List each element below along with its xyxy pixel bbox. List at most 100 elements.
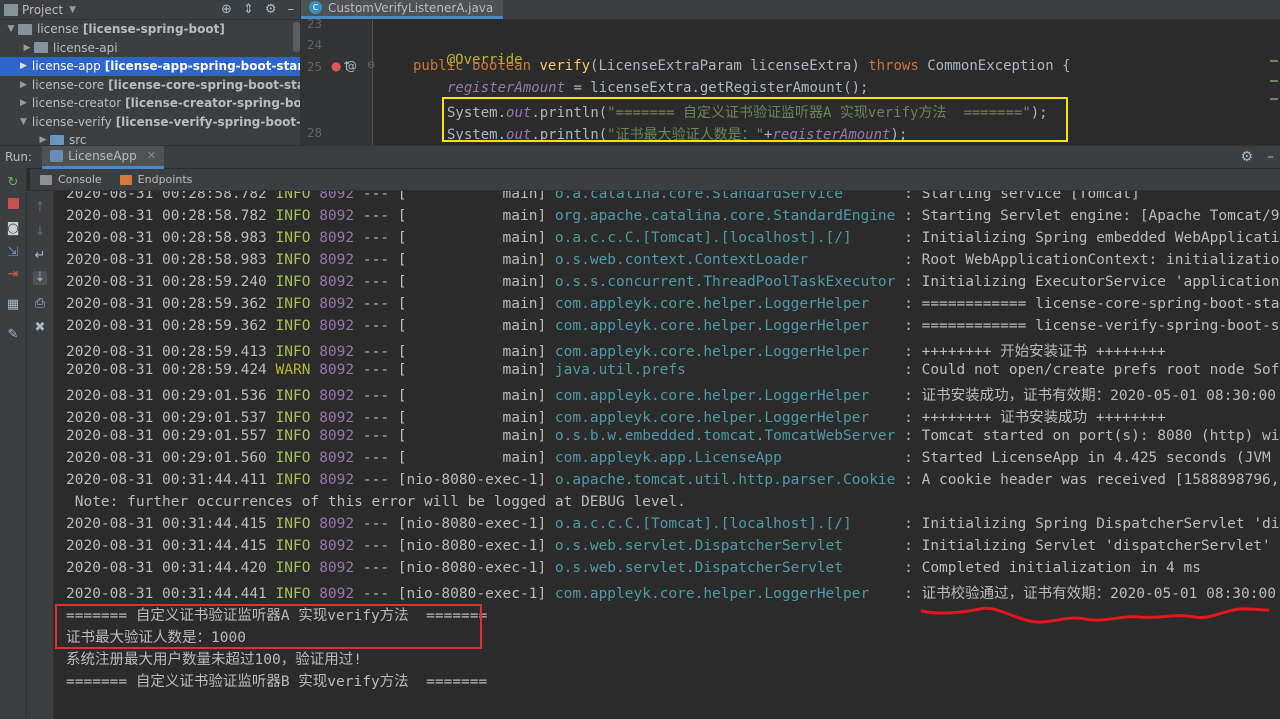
- tree-item-module: [license-core-spring-boot-starter]: [108, 77, 300, 92]
- editor-scrollbar[interactable]: [1270, 20, 1280, 145]
- log-level: INFO: [275, 388, 311, 404]
- tree-item-name: src: [69, 133, 87, 145]
- collapse-icon[interactable]: ⇕: [243, 2, 254, 17]
- log-line: 2020-08-31 00:31:44.420 INFO 8092 --- [n…: [66, 560, 1201, 582]
- class-icon: C: [309, 1, 322, 14]
- locate-icon[interactable]: ⊕: [221, 2, 232, 17]
- log-pid: 8092: [319, 450, 355, 466]
- stop-icon[interactable]: [8, 198, 19, 209]
- soft-wrap-icon[interactable]: ↵: [33, 249, 47, 263]
- project-tree-item[interactable]: ▼ license [license-spring-boot]: [0, 20, 300, 39]
- log-level: INFO: [275, 472, 311, 488]
- project-tree-item[interactable]: ▶ src: [0, 131, 300, 145]
- exit-icon[interactable]: ⇥: [6, 268, 20, 282]
- tree-item-name: license-core: [31, 77, 105, 92]
- annotation-icon[interactable]: @: [345, 59, 357, 73]
- project-tree-item[interactable]: ▼ license-verify [license-verify-spring-bo…: [0, 113, 300, 132]
- log-timestamp: 2020-08-31 00:28:59.362: [66, 318, 267, 334]
- log-message: : Could not open/create prefs root node …: [904, 362, 1280, 378]
- log-pid: 8092: [319, 516, 355, 532]
- log-separator: --- [: [362, 472, 407, 488]
- project-tree-item[interactable]: ▶ license-app [license-app-spring-boot-sta…: [0, 57, 300, 76]
- log-separator: --- [: [362, 274, 407, 290]
- chevron-down-icon[interactable]: ▼: [20, 117, 27, 127]
- minimize-icon[interactable]: –: [288, 2, 295, 17]
- run-toolbar: ↻ ◙ ⇲ ⇥ ▦ ✎: [0, 168, 27, 719]
- tab-console[interactable]: Console: [40, 173, 102, 186]
- pin-icon[interactable]: ✎: [6, 328, 20, 342]
- log-timestamp: 2020-08-31 00:31:44.415: [66, 516, 267, 532]
- code-line-26: registerAmount = licenseExtra.getRegiste…: [447, 80, 869, 96]
- project-scrollbar[interactable]: [293, 22, 300, 52]
- log-note-line: Note: further occurrences of this error …: [66, 494, 686, 510]
- log-timestamp: 2020-08-31 00:31:44.441: [66, 586, 267, 602]
- chevron-right-icon[interactable]: ▶: [20, 43, 34, 53]
- log-thread: main]: [406, 388, 547, 404]
- log-level: WARN: [275, 362, 311, 378]
- chevron-right-icon[interactable]: ▶: [20, 98, 27, 108]
- tab-endpoints[interactable]: Endpoints: [119, 173, 192, 186]
- log-logger: o.a.catalina.core.StandardService: [554, 191, 844, 202]
- log-line: 2020-08-31 00:28:59.362 INFO 8092 --- [ …: [66, 318, 1280, 340]
- run-tab-licenseapp[interactable]: LicenseApp ✕: [42, 145, 164, 169]
- log-separator: --- [: [362, 410, 407, 426]
- log-level: INFO: [275, 516, 311, 532]
- gear-icon[interactable]: ⚙: [265, 2, 277, 17]
- down-arrow-icon[interactable]: ↓: [33, 225, 47, 239]
- log-thread: main]: [406, 252, 547, 268]
- minimize-icon[interactable]: –: [1267, 149, 1274, 165]
- chevron-down-icon[interactable]: ▼: [4, 24, 18, 34]
- up-arrow-icon[interactable]: ↑: [33, 201, 47, 215]
- log-timestamp: 2020-08-31 00:31:44.411: [66, 472, 267, 488]
- log-pid: 8092: [319, 318, 355, 334]
- chevron-right-icon[interactable]: ▶: [20, 80, 27, 90]
- console-output: 2020-08-31 00:28:58.782 INFO 8092 --- [ …: [54, 191, 1280, 719]
- close-icon[interactable]: ✕: [147, 149, 156, 162]
- restore-layout-icon[interactable]: ⇲: [6, 246, 20, 260]
- log-thread: main]: [406, 208, 547, 224]
- log-line: 2020-08-31 00:28:59.413 INFO 8092 --- [ …: [66, 340, 1166, 362]
- rerun-icon[interactable]: ↻: [6, 176, 20, 190]
- project-tree-item[interactable]: ▶ license-core [license-core-spring-boot-s…: [0, 76, 300, 95]
- folder-icon: [18, 23, 32, 35]
- layout-icon[interactable]: ▦: [6, 298, 20, 312]
- run-label: Run:: [5, 150, 33, 164]
- log-message: : Initializing ExecutorService 'applicat…: [904, 274, 1280, 290]
- folder-icon: [34, 42, 48, 54]
- console-output-line: ======= 自定义证书验证监听器B 实现verify方法 =======: [66, 674, 488, 690]
- print-icon[interactable]: ⎙: [33, 297, 47, 311]
- log-separator: --- [: [362, 230, 407, 246]
- editor-tab[interactable]: C CustomVerifyListenerA.java: [301, 0, 504, 19]
- tree-item-name: license: [37, 22, 79, 37]
- project-tree-item[interactable]: ▶ license-creator [license-creator-spring-…: [0, 94, 300, 113]
- log-logger: com.appleyk.core.helper.LoggerHelper: [554, 344, 870, 360]
- log-message: : Starting Servlet engine: [Apache Tomca…: [904, 208, 1280, 224]
- log-logger: java.util.prefs: [554, 362, 686, 378]
- tree-item-name: license-verify: [31, 114, 112, 129]
- red-squiggle-underline: [920, 606, 1270, 624]
- camera-icon[interactable]: ◙: [6, 222, 20, 236]
- log-level: INFO: [275, 274, 311, 290]
- scroll-to-end-icon[interactable]: ⇣: [33, 271, 47, 285]
- fold-icon[interactable]: ⊖: [367, 60, 375, 71]
- log-thread: main]: [406, 274, 547, 290]
- console-tab-bar: Console Endpoints: [30, 169, 1280, 191]
- log-line: 2020-08-31 00:28:59.240 INFO 8092 --- [ …: [66, 274, 1280, 296]
- project-tree-item[interactable]: ▶ license-api: [0, 39, 300, 58]
- chevron-right-icon[interactable]: ▶: [20, 61, 27, 71]
- gear-icon[interactable]: ⚙: [1240, 149, 1253, 165]
- log-thread: main]: [406, 362, 547, 378]
- log-level: INFO: [275, 560, 311, 576]
- chevron-down-icon[interactable]: ▼: [69, 5, 76, 15]
- log-logger: com.appleyk.app.LicenseApp: [554, 450, 782, 466]
- tree-item-module: [license-app-spring-boot-starter]: [104, 59, 300, 74]
- log-message: : Started LicenseApp in 4.425 seconds (J…: [904, 450, 1280, 466]
- trash-icon[interactable]: ✖: [33, 321, 47, 335]
- log-thread: main]: [406, 296, 547, 312]
- console-output-line: 系统注册最大用户数量未超过100，验证用过!: [66, 652, 362, 668]
- log-pid: 8092: [319, 230, 355, 246]
- project-header[interactable]: Project ▼ ⊕ ⇕ ⚙ –: [0, 0, 300, 20]
- console-icon: [40, 174, 52, 185]
- log-level: INFO: [275, 296, 311, 312]
- chevron-right-icon[interactable]: ▶: [36, 135, 50, 145]
